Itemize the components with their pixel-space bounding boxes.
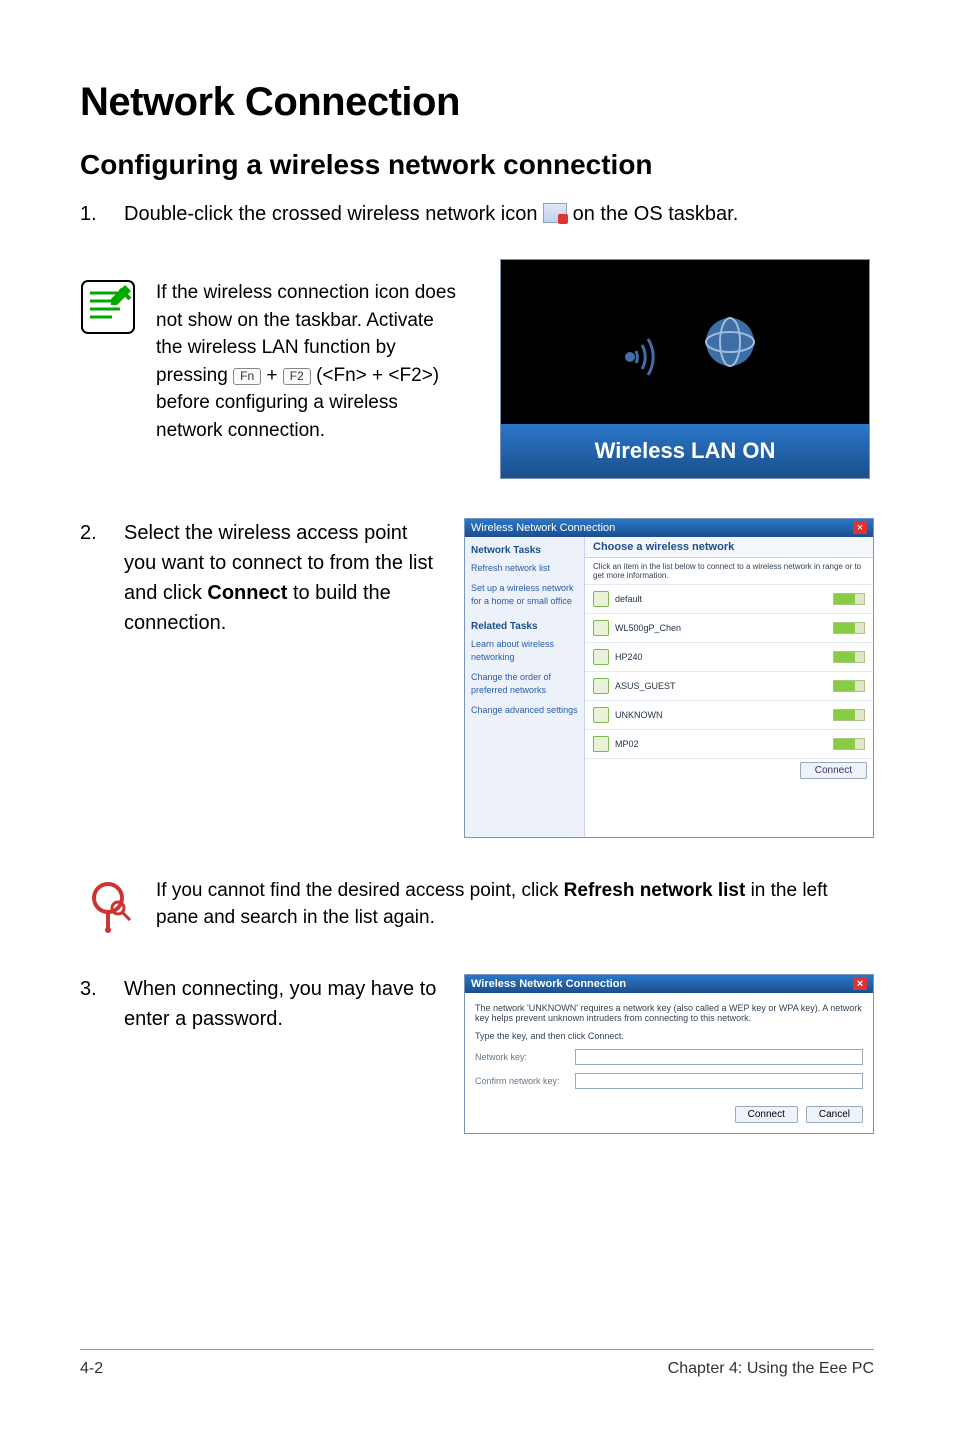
ap-row[interactable]: default <box>585 585 873 614</box>
ap-icon <box>593 649 609 665</box>
tip-text: If you cannot find the desired access po… <box>156 878 874 931</box>
network-key-input[interactable] <box>575 1049 863 1065</box>
confirm-key-input[interactable] <box>575 1073 863 1089</box>
netlist-sidebar: Network Tasks Refresh network list Set u… <box>465 537 585 837</box>
step-2-body: Select the wireless access point you wan… <box>124 518 440 638</box>
ap-icon <box>593 591 609 607</box>
sidebar-head-1: Network Tasks <box>471 543 578 558</box>
password-dialog-screenshot: Wireless Network Connection × The networ… <box>464 974 874 1134</box>
netlist-desc: Click an item in the list below to conne… <box>585 558 873 585</box>
step-1: 1. Double-click the crossed wireless net… <box>80 199 874 229</box>
tip-text-a: If you cannot find the desired access po… <box>156 880 564 901</box>
note-icon <box>80 279 136 335</box>
ap-ssid: WL500gP_Chen <box>615 623 827 633</box>
ap-row[interactable]: WL500gP_Chen <box>585 614 873 643</box>
connect-button[interactable]: Connect <box>800 762 867 779</box>
signal-bars-icon <box>833 622 865 634</box>
step-3-body: When connecting, you may have to enter a… <box>124 974 440 1034</box>
step-2-number: 2. <box>80 518 124 548</box>
antenna-icon <box>610 307 680 377</box>
ap-icon <box>593 678 609 694</box>
netlist-title: Wireless Network Connection <box>471 522 615 534</box>
wlan-on-screenshot: Wireless LAN ON <box>500 259 870 479</box>
dialog-connect-button[interactable]: Connect <box>735 1106 798 1123</box>
dialog-cancel-button[interactable]: Cancel <box>806 1106 863 1123</box>
step-3-number: 3. <box>80 974 124 1004</box>
step-1-body: Double-click the crossed wireless networ… <box>124 199 874 229</box>
page-number: 4-2 <box>80 1360 103 1378</box>
section-title: Configuring a wireless network connectio… <box>80 149 874 181</box>
ap-row[interactable]: UNKNOWN <box>585 701 873 730</box>
ap-ssid: ASUS_GUEST <box>615 681 827 691</box>
passdlg-hint: Type the key, and then click Connect. <box>475 1031 863 1041</box>
ap-row[interactable]: ASUS_GUEST <box>585 672 873 701</box>
sidebar-advanced[interactable]: Change advanced settings <box>471 704 578 718</box>
sidebar-learn[interactable]: Learn about wireless networking <box>471 638 578 665</box>
close-icon[interactable]: × <box>853 978 867 990</box>
sidebar-head-2: Related Tasks <box>471 619 578 634</box>
ap-row[interactable]: MP02 <box>585 730 873 759</box>
network-list-screenshot: Wireless Network Connection × Network Ta… <box>464 518 874 838</box>
signal-bars-icon <box>833 593 865 605</box>
sidebar-order[interactable]: Change the order of preferred networks <box>471 671 578 698</box>
close-icon[interactable]: × <box>853 522 867 534</box>
globe-icon <box>700 312 760 372</box>
step-1-text-after: on the OS taskbar. <box>573 203 739 225</box>
wireless-crossed-icon <box>543 203 567 223</box>
network-key-label: Network key: <box>475 1052 565 1062</box>
step-3: 3. When connecting, you may have to ente… <box>80 974 440 1034</box>
signal-bars-icon <box>833 738 865 750</box>
ap-icon <box>593 620 609 636</box>
passdlg-desc: The network 'UNKNOWN' requires a network… <box>475 1003 863 1023</box>
note-text: If the wireless connection icon does not… <box>156 279 456 444</box>
step-1-text-before: Double-click the crossed wireless networ… <box>124 203 543 225</box>
page-footer: 4-2 Chapter 4: Using the Eee PC <box>80 1349 874 1378</box>
fn-key: Fn <box>233 368 261 385</box>
confirm-key-label: Confirm network key: <box>475 1076 565 1086</box>
signal-bars-icon <box>833 680 865 692</box>
note-plus: + <box>266 365 282 386</box>
ap-row[interactable]: HP240 <box>585 643 873 672</box>
signal-bars-icon <box>833 651 865 663</box>
sidebar-refresh[interactable]: Refresh network list <box>471 562 578 576</box>
signal-bars-icon <box>833 709 865 721</box>
netlist-header: Choose a wireless network <box>585 537 873 558</box>
wlan-on-label: Wireless LAN ON <box>501 424 869 478</box>
ap-ssid: UNKNOWN <box>615 710 827 720</box>
ap-ssid: MP02 <box>615 739 827 749</box>
step-2: 2. Select the wireless access point you … <box>80 518 440 638</box>
tip-block: If you cannot find the desired access po… <box>80 878 874 934</box>
step-1-number: 1. <box>80 199 124 229</box>
ap-icon <box>593 736 609 752</box>
tip-bold: Refresh network list <box>564 880 746 901</box>
chapter-label: Chapter 4: Using the Eee PC <box>668 1360 874 1378</box>
page-title: Network Connection <box>80 80 874 125</box>
passdlg-title: Wireless Network Connection <box>471 978 626 990</box>
ap-ssid: HP240 <box>615 652 827 662</box>
ap-icon <box>593 707 609 723</box>
netlist-main: Choose a wireless network Click an item … <box>585 537 873 837</box>
note-block: If the wireless connection icon does not… <box>80 279 476 444</box>
f2-key: F2 <box>283 368 311 385</box>
tip-icon <box>80 878 136 934</box>
sidebar-setup[interactable]: Set up a wireless network for a home or … <box>471 582 578 609</box>
ap-ssid: default <box>615 594 827 604</box>
step-2-connect-word: Connect <box>207 582 287 604</box>
